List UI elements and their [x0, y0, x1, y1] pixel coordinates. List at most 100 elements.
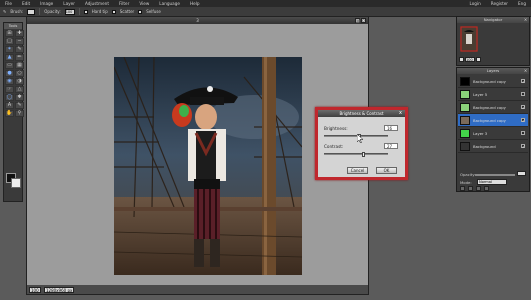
navigator-zoom-value[interactable]: 100	[465, 57, 475, 62]
divider	[39, 8, 41, 15]
mask-icon[interactable]	[476, 186, 481, 191]
text-tool-icon[interactable]: A	[5, 102, 14, 109]
brightness-value[interactable]: 16	[384, 125, 398, 131]
opacity-value[interactable]	[517, 171, 526, 176]
menu-filter[interactable]: Filter	[114, 1, 134, 6]
menu-language[interactable]: Language	[154, 1, 185, 6]
opacity-slider[interactable]	[475, 174, 515, 176]
login-link[interactable]: Login	[464, 1, 485, 6]
layer-name: Background copy	[473, 78, 506, 84]
status-bar: 100 1280x960 px	[27, 285, 368, 294]
opacity-input[interactable]: 100	[64, 8, 75, 15]
menu-adjustment[interactable]: Adjustment	[80, 1, 114, 6]
close-icon[interactable]: ×	[523, 68, 528, 73]
zoom-in-button[interactable]	[476, 57, 481, 62]
cancel-button[interactable]: Cancel	[347, 167, 368, 174]
redeye-tool-icon[interactable]: ◯	[5, 94, 14, 101]
contrast-value[interactable]: 27	[384, 143, 398, 149]
layers-titlebar: Layers ×	[457, 68, 529, 74]
zoom-input[interactable]: 100	[29, 286, 41, 293]
sponge-tool-icon[interactable]: ◉	[5, 78, 14, 85]
layer-visibility-checkbox[interactable]	[521, 92, 525, 96]
hard-tip-checkbox[interactable]	[83, 9, 88, 14]
menu-right: Login Register Eng	[464, 1, 531, 6]
scatter-label: Scatter	[119, 9, 135, 14]
sharpen-tool-icon[interactable]: △	[15, 86, 24, 93]
blur-tool-icon[interactable]: ○	[15, 70, 24, 77]
dialog-body: Brightness & Contrast x Brightness: 16 C…	[318, 110, 405, 177]
contrast-slider[interactable]	[324, 152, 388, 157]
menu-file[interactable]: File	[0, 1, 17, 6]
spot-heal-tool-icon[interactable]: ✱	[15, 94, 24, 101]
brightness-contrast-dialog: Brightness & Contrast x Brightness: 16 C…	[315, 107, 408, 180]
layer-row[interactable]: Background copy ✓	[458, 101, 528, 114]
layer-row-selected[interactable]: Background copy ✓	[458, 114, 528, 127]
clone-tool-icon[interactable]: ●	[5, 70, 14, 77]
layer-visibility-checkbox[interactable]: ✓	[521, 105, 525, 110]
layer-visibility-checkbox[interactable]: ✓	[521, 118, 525, 123]
menu-help[interactable]: Help	[185, 1, 205, 6]
menu-layer[interactable]: Layer	[58, 1, 80, 6]
delete-layer-icon[interactable]	[484, 186, 489, 191]
menu-view[interactable]: View	[134, 1, 154, 6]
layer-row[interactable]: Layer 3	[458, 127, 528, 140]
zoom-out-button[interactable]	[459, 57, 464, 62]
eraser-tool-icon[interactable]: ▭	[5, 62, 14, 69]
wand-tool-icon[interactable]: ✶	[5, 46, 14, 53]
crop-tool-icon[interactable]: ⊞	[5, 30, 14, 37]
layer-row[interactable]: Layer 5	[458, 88, 528, 101]
layer-thumbnail	[460, 128, 470, 138]
selfuse-checkbox[interactable]	[138, 9, 143, 14]
scatter-checkbox[interactable]	[111, 9, 116, 14]
pencil-tool-icon[interactable]: ✎	[15, 46, 24, 53]
layer-row[interactable]: Background copy ✓	[458, 75, 528, 88]
gradient-tool-icon[interactable]: ▦	[15, 62, 24, 69]
mouse-cursor-icon	[357, 134, 363, 143]
duplicate-layer-icon[interactable]	[468, 186, 473, 191]
navigator-zoom: 100	[459, 57, 481, 62]
menu-edit[interactable]: Edit	[17, 1, 35, 6]
smudge-tool-icon[interactable]: ☞	[5, 86, 14, 93]
maximize-icon[interactable]: □	[355, 18, 360, 23]
document-titlebar[interactable]: 3 □ ×	[27, 17, 368, 24]
close-icon[interactable]: ×	[361, 18, 366, 23]
bucket-tool-icon[interactable]: ▲	[5, 54, 14, 61]
mode-label: Mode:	[460, 180, 472, 185]
zoom-tool-icon[interactable]: ⚲	[15, 110, 24, 117]
brightness-slider[interactable]	[324, 134, 388, 139]
dialog-close-icon[interactable]: x	[398, 111, 403, 116]
move-tool-icon[interactable]: ✚	[15, 30, 24, 37]
dodge-tool-icon[interactable]: ◑	[15, 78, 24, 85]
eyedropper-tool-icon[interactable]: ✎	[15, 102, 24, 109]
marquee-tool-icon[interactable]: □	[5, 38, 14, 45]
navigator-thumbnail[interactable]	[460, 26, 478, 52]
new-layer-icon[interactable]	[460, 186, 465, 191]
selfuse-label: Selfuse	[146, 9, 161, 14]
register-link[interactable]: Register	[486, 1, 513, 6]
close-icon[interactable]: ×	[523, 17, 528, 22]
navigator-panel: Navigator × 100	[456, 16, 530, 66]
blend-mode-select[interactable]: Normal	[477, 179, 507, 185]
contrast-slider-thumb[interactable]	[361, 152, 365, 157]
layers-title: Layers	[486, 68, 500, 73]
language-link[interactable]: Eng	[513, 1, 531, 6]
brush-tool-icon[interactable]: ✏	[15, 54, 24, 61]
dialog-titlebar[interactable]: Brightness & Contrast x	[318, 110, 405, 117]
brush-picker[interactable]	[27, 8, 36, 15]
tools-panel: Tools ⊞ ✚ □ ∽ ✶ ✎ ▲ ✏ ▭ ▦ ● ○ ◉ ◑ ☞ △ ◯ …	[3, 22, 24, 202]
ok-button[interactable]: OK	[376, 167, 397, 174]
navigator-title-text: Navigator	[483, 17, 503, 22]
lasso-tool-icon[interactable]: ∽	[15, 38, 24, 45]
layer-visibility-checkbox[interactable]	[521, 131, 525, 135]
document-dimensions: 1280x960 px	[44, 286, 74, 293]
navigator-title: Navigator ×	[457, 17, 529, 23]
layer-visibility-checkbox[interactable]: ✓	[521, 79, 525, 84]
hand-tool-icon[interactable]: ✋	[5, 110, 14, 117]
layer-thumbnail	[460, 115, 470, 125]
layer-visibility-checkbox[interactable]: ✓	[521, 144, 525, 149]
background-color[interactable]	[11, 178, 21, 188]
brush-label: Brush:	[10, 9, 24, 14]
menu-image[interactable]: Image	[35, 1, 58, 6]
layer-row[interactable]: Background ✓	[458, 140, 528, 153]
tools-grid: ⊞ ✚ □ ∽ ✶ ✎ ▲ ✏ ▭ ▦ ● ○ ◉ ◑ ☞ △ ◯ ✱ A ✎ …	[4, 29, 24, 117]
